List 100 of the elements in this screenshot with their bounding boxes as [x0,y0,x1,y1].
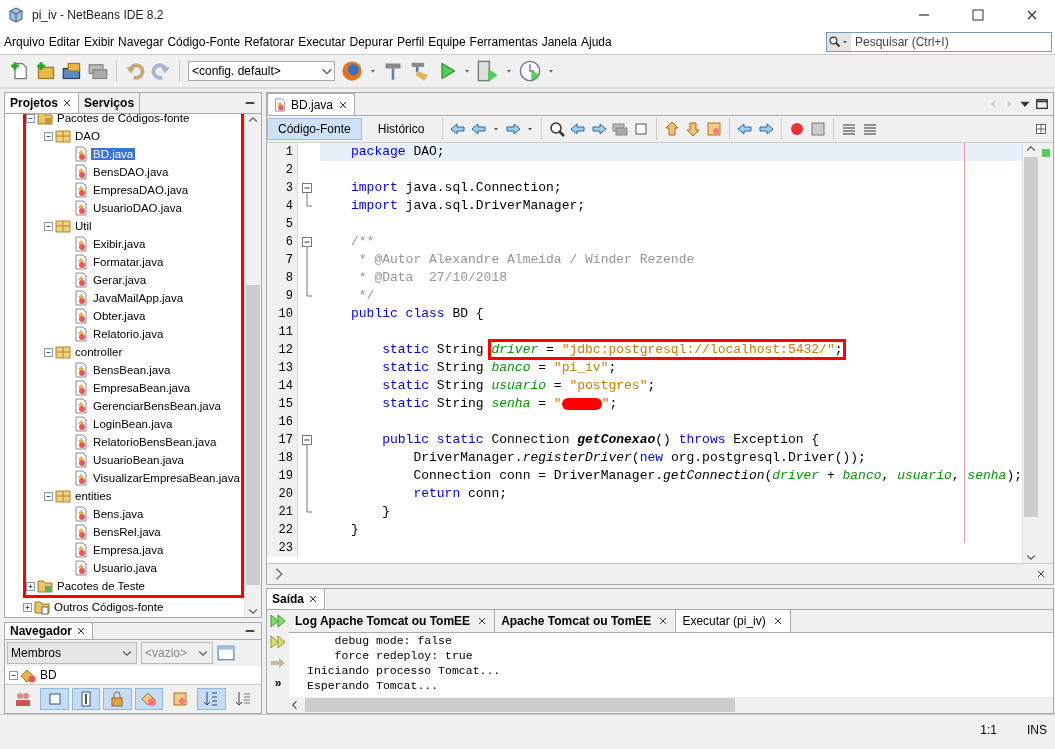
tree-item[interactable]: BD [38,668,59,682]
menu-item[interactable]: Exibir [82,35,117,49]
tree-item[interactable]: EmpresaDAO.java [91,184,191,196]
search-input[interactable]: Pesquisar (Ctrl+I) [851,33,1051,51]
tree-item[interactable]: Empresa.java [91,544,166,556]
record-icon[interactable] [789,121,806,137]
tree-item[interactable]: RelatorioBensBean.java [91,436,219,448]
tree-item[interactable]: Bens.java [91,508,146,520]
tree-item[interactable]: GerenciarBensBean.java [91,400,223,412]
tree-item[interactable]: entities [73,490,114,502]
menu-item[interactable]: Janela [539,35,579,49]
hammer-icon[interactable] [383,61,403,81]
rerun-icon[interactable] [270,634,286,650]
caret-icon[interactable] [492,125,501,133]
rerun-icon[interactable] [270,613,286,629]
shift-left-icon[interactable] [737,121,754,137]
debug-icon[interactable] [477,60,499,82]
tree-item[interactable]: UsuarioDAO.java [91,202,184,214]
tree-item[interactable]: LoginBean.java [91,418,175,430]
close-icon[interactable] [61,97,73,109]
tree-item[interactable]: controller [73,346,125,358]
search-icon[interactable] [829,36,841,48]
new-project-icon[interactable] [36,61,56,81]
tree-item[interactable]: Pacotes de Códigos-fonte [55,114,192,124]
window-icon[interactable] [217,644,235,662]
tree-item[interactable]: Obter.java [91,310,148,322]
arrow-up-icon[interactable] [664,121,681,137]
tree-item[interactable]: VisualizarEmpresaBean.java [91,472,242,484]
tree-item[interactable]: DAO [73,130,102,142]
close-project-icon[interactable] [88,61,108,81]
close-icon[interactable] [1035,568,1047,580]
tree-item[interactable]: Outros Códigos-fonte [52,601,166,613]
menu-item[interactable]: Navegar [116,35,166,49]
tree-item[interactable]: JavaMailApp.java [91,292,186,304]
selection-icon[interactable] [633,121,650,137]
arrow-down-icon[interactable] [685,121,702,137]
tree-item[interactable]: BensRel.java [91,526,163,538]
highlight-icon[interactable] [612,121,629,137]
tree-item[interactable]: BensBean.java [91,364,173,376]
tree-item[interactable]: Relatorio.java [91,328,166,340]
filter-toggle[interactable] [103,688,132,710]
filter-toggle[interactable] [134,688,163,710]
collapse-icon[interactable] [44,491,53,501]
tree-item[interactable]: Usuario.java [91,562,159,574]
collapse-icon[interactable] [44,131,53,141]
caret-icon[interactable] [841,38,849,46]
bookmark-icon[interactable] [706,121,723,137]
split-icon[interactable] [1035,123,1047,135]
profile-icon[interactable] [519,60,541,82]
scrollbar[interactable] [244,114,261,617]
filter-toggle[interactable] [71,688,101,710]
expand-icon[interactable] [26,581,35,591]
tree-item[interactable]: BensDAO.java [91,166,171,178]
find-icon[interactable] [549,121,566,137]
uncomment-icon[interactable] [862,121,879,137]
view-tab[interactable]: Código-Fonte [267,118,362,140]
stop-icon[interactable] [810,121,827,137]
comment-icon[interactable] [841,121,858,137]
view-tab[interactable]: Histórico [366,118,436,140]
menu-item[interactable]: Refatorar [242,35,297,49]
last-edit-icon[interactable] [450,121,467,137]
menu-item[interactable]: Ajuda [579,35,614,49]
scrollbar[interactable] [289,697,1053,713]
browser-icon[interactable] [341,60,363,82]
tree-item[interactable]: EmpresaBean.java [91,382,193,394]
back-icon[interactable] [471,121,488,137]
configuration-dropdown[interactable]: <config. default> [188,61,335,81]
panel-tab[interactable]: Saída [267,589,325,609]
menu-item[interactable]: Ferramentas [467,35,540,49]
scrollbar[interactable] [1022,143,1039,563]
tree-item[interactable]: Pacotes de Teste [55,580,147,592]
collapse-icon[interactable] [9,670,18,680]
caret-icon[interactable] [463,67,471,75]
panel-tab[interactable]: Projetos [5,93,79,113]
collapse-icon[interactable] [44,347,53,357]
panel-tab[interactable]: Navegador [5,623,94,639]
collapse-icon[interactable] [44,221,53,231]
menu-item[interactable]: Arquivo [2,35,47,49]
tree-item[interactable]: Gerar.java [91,274,149,286]
new-file-icon[interactable] [10,61,30,81]
forward-icon[interactable] [505,121,522,137]
menu-item[interactable]: Código-Fonte [165,35,243,49]
broom-icon[interactable] [409,60,431,82]
menu-item[interactable]: Executar [296,35,348,49]
members-dropdown[interactable]: Membros [7,642,137,664]
search-field[interactable]: Pesquisar (Ctrl+I) [826,32,1052,52]
tree-item[interactable]: UsuarioBean.java [91,454,186,466]
collapse-icon[interactable] [26,114,35,123]
more-button[interactable]: » [274,676,282,690]
close-icon[interactable] [307,593,319,605]
shift-right-icon[interactable] [758,121,775,137]
find-next-icon[interactable] [591,121,608,137]
open-project-icon[interactable] [62,61,82,81]
expand-icon[interactable] [23,602,32,612]
caret-icon[interactable] [547,67,555,75]
menu-item[interactable]: Perfil [394,35,427,49]
tree-item[interactable]: Formatar.java [91,256,166,268]
output-tab[interactable]: Executar (pi_iv) [676,610,791,632]
menu-item[interactable]: Editar [46,35,83,49]
tree-item[interactable]: BD.java [91,148,136,160]
